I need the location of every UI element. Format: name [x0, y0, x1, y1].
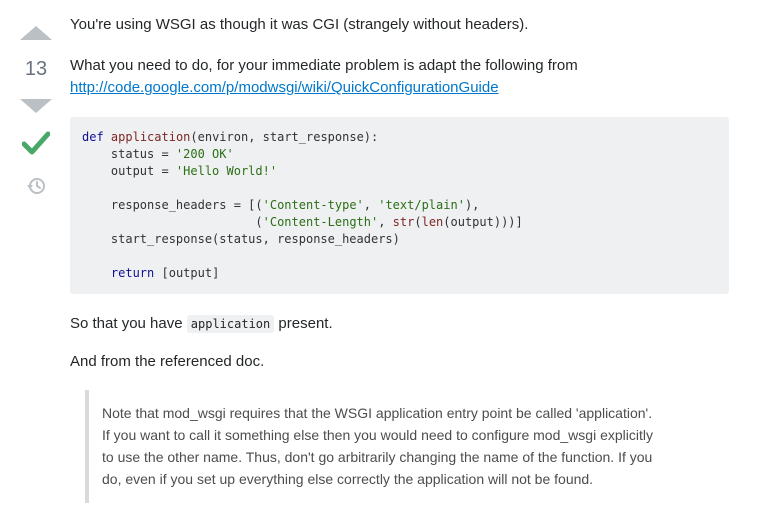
so-that-text: So that you have [70, 315, 183, 332]
quote-line: If you want to call it something else th… [102, 427, 653, 443]
quote-line: do, even if you set up everything else c… [102, 471, 594, 487]
intro-paragraph: You're using WSGI as though it was CGI (… [70, 16, 529, 33]
instruction-paragraph: What you need to do, for your immediate … [70, 55, 578, 99]
quick-configuration-guide-link[interactable]: http://code.google.com/p/modwsgi/wiki/Qu… [70, 77, 578, 99]
checkmark-icon [22, 131, 50, 155]
vote-count: 13 [24, 58, 48, 80]
arrow-down-icon[interactable] [20, 99, 52, 113]
history-icon[interactable] [26, 176, 46, 196]
blockquote: Note that mod_wsgi requires that the WSG… [85, 390, 713, 503]
quote-line: to use the other name. Thus, don't go ar… [102, 449, 653, 465]
code-block: def application(environ, start_response)… [70, 117, 729, 294]
so-that-end-text: present. [278, 315, 333, 332]
so-that-paragraph: So that you have application present. [70, 313, 333, 335]
answer: 13 You're using WSGI as though it was CG… [0, 0, 757, 523]
quote-line: Note that mod_wsgi requires that the WSG… [102, 405, 653, 421]
referenced-doc-paragraph: And from the referenced doc. [70, 353, 265, 370]
code-line: def application(environ, start_response)… [82, 130, 523, 280]
inline-code-application: application [186, 315, 275, 333]
instruction-text: What you need to do, for your immediate … [70, 57, 578, 74]
arrow-up-icon[interactable] [20, 26, 52, 40]
